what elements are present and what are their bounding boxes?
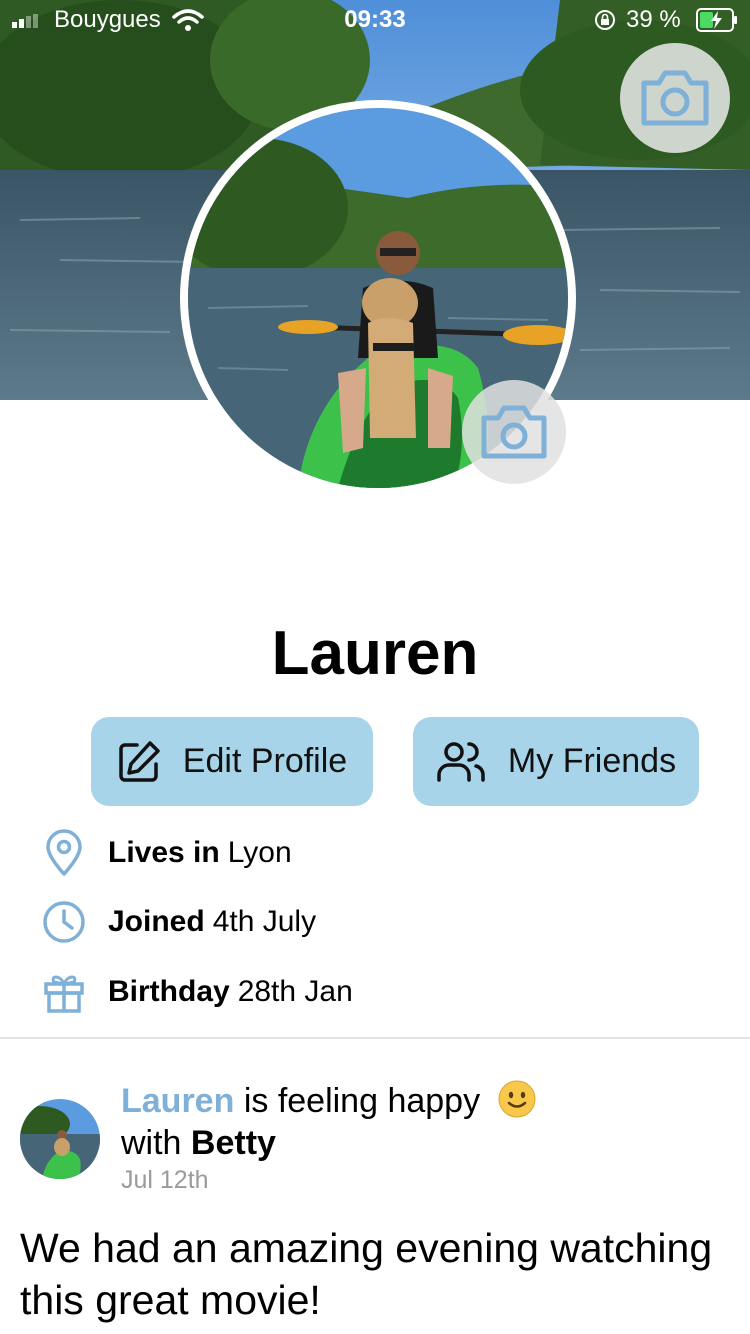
info-birthday: Birthday 28th Jan: [40, 967, 353, 1017]
my-friends-button[interactable]: My Friends: [413, 717, 699, 806]
friends-icon: [437, 741, 485, 782]
post-feeling: is feeling happy: [243, 1082, 481, 1120]
lives-in-value: Lyon: [227, 836, 292, 869]
clock-icon: [43, 901, 85, 943]
profile-name: Lauren: [271, 619, 479, 688]
edit-profile-button[interactable]: Edit Profile: [91, 717, 373, 806]
post-date: Jul 12th: [121, 1166, 209, 1194]
battery-icon: [696, 8, 737, 32]
birthday-label: Birthday: [108, 975, 230, 1008]
joined-value: 4th July: [212, 905, 317, 938]
orientation-lock-icon: [595, 10, 615, 30]
divider: [0, 1037, 750, 1039]
birthday-value: 28th Jan: [237, 975, 353, 1008]
lives-in-label: Lives in: [108, 836, 220, 869]
info-joined: Joined 4th July: [40, 897, 316, 947]
edit-profile-label: Edit Profile: [182, 742, 348, 780]
change-cover-photo-button[interactable]: [620, 43, 730, 153]
post-author-link[interactable]: Lauren: [121, 1082, 234, 1120]
post-header: Lauren is feeling happy with Betty: [121, 1080, 721, 1164]
status-bar: Bouygues 09:33 39 %: [0, 0, 750, 40]
smiley-emoji-icon: [498, 1080, 536, 1118]
info-lives-in: Lives in Lyon: [40, 828, 292, 878]
edit-icon: [119, 740, 160, 782]
post-with-text: with: [121, 1124, 182, 1162]
post-body: We had an amazing evening watching this …: [20, 1225, 713, 1323]
camera-icon: [641, 70, 709, 126]
camera-icon: [481, 405, 547, 459]
battery-percent: 39 %: [626, 6, 681, 33]
post-author-avatar[interactable]: [20, 1099, 100, 1179]
gift-icon: [44, 975, 84, 1013]
location-pin-icon: [46, 829, 82, 876]
change-avatar-button[interactable]: [462, 380, 566, 484]
joined-label: Joined: [108, 905, 205, 938]
my-friends-label: My Friends: [507, 742, 677, 780]
post-tagged-friend[interactable]: Betty: [191, 1124, 276, 1162]
